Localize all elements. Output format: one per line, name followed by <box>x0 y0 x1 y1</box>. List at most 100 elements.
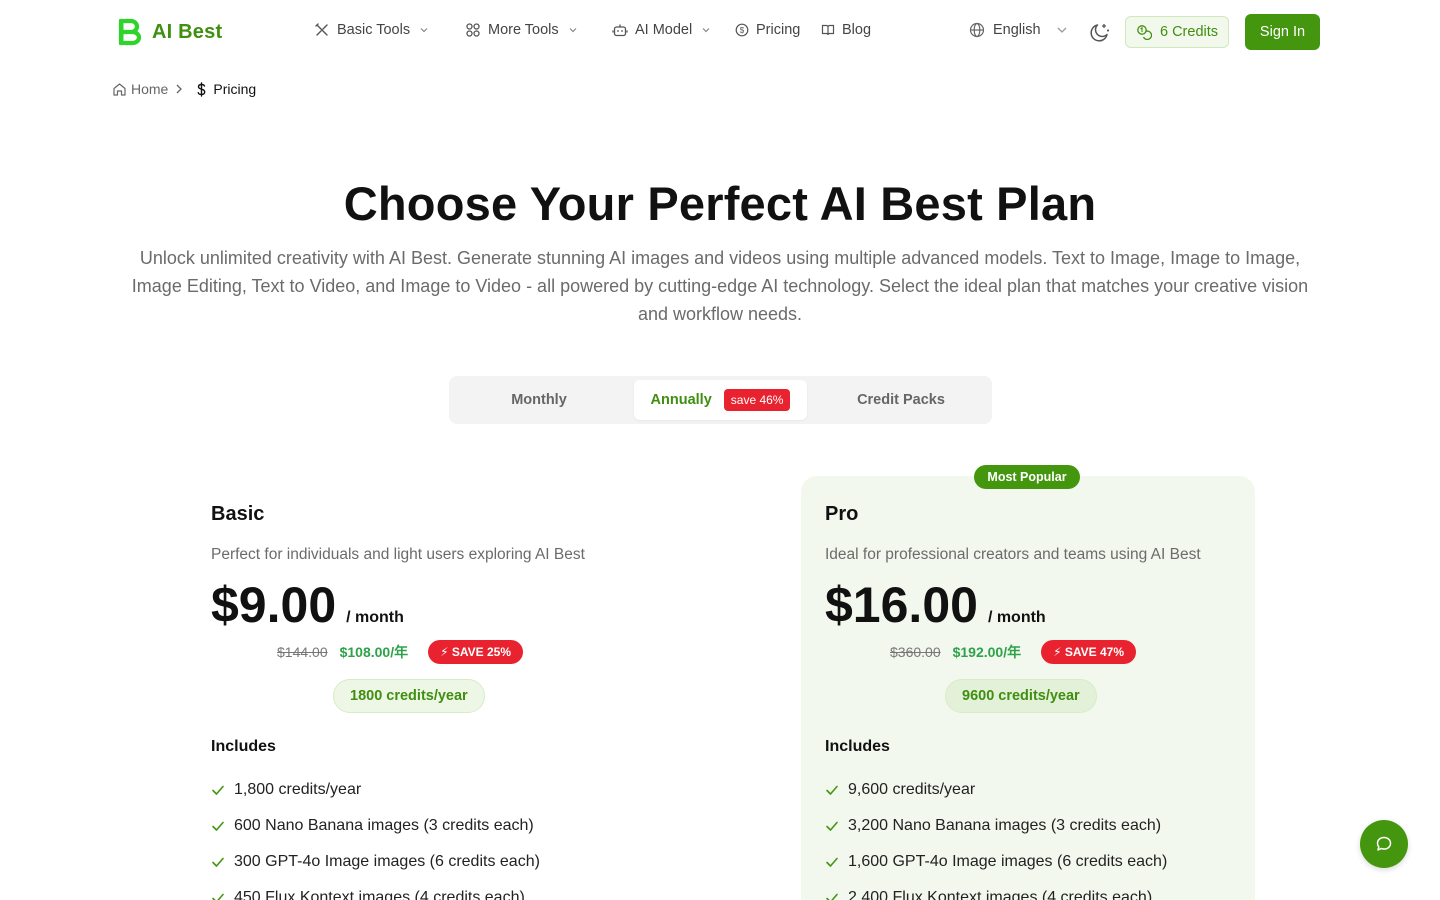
plan-card-pro: Pro Ideal for professional creators and … <box>801 476 1255 900</box>
credits-label: 6 Credits <box>1159 24 1219 40</box>
page-subtitle: Unlock unlimited creativity with AI Best… <box>131 248 1309 324</box>
check-icon <box>212 857 224 867</box>
plan-price: $16.00 <box>825 577 978 633</box>
breadcrumb: Home Pricing <box>112 81 256 97</box>
nav-pricing[interactable]: $ Pricing <box>735 22 800 38</box>
plan-price-row: $16.00 / month <box>825 576 1046 634</box>
brand-name: AI Best <box>152 20 223 43</box>
feature-item: 2,400 Flux Kontext images (4 credits eac… <box>825 880 1167 900</box>
logo-b-icon <box>118 18 142 46</box>
feature-item: 450 Flux Kontext images (4 credits each) <box>211 880 540 900</box>
nav-blog[interactable]: Blog <box>821 22 871 38</box>
nav-basic-tools-label: Basic Tools <box>337 22 411 38</box>
page-title: Choose Your Perfect AI Best Plan <box>343 177 1097 230</box>
plan-description: Perfect for individuals and light users … <box>211 546 585 563</box>
plan-price-period: / month <box>987 609 1046 626</box>
plan-original-price: $360.00 <box>890 644 941 660</box>
globe-icon <box>969 22 985 38</box>
check-icon <box>826 893 838 900</box>
breadcrumb-current: Pricing <box>196 81 256 97</box>
dollar-icon <box>197 81 206 97</box>
nav-more-tools[interactable]: More Tools <box>465 22 578 38</box>
check-icon <box>826 857 838 867</box>
plan-price: $9.00 <box>211 577 337 633</box>
check-icon <box>212 785 224 795</box>
nav-ai-model[interactable]: AI Model <box>612 22 711 38</box>
chevron-down-icon <box>569 28 577 33</box>
plan-original-price: $144.00 <box>277 644 328 660</box>
feature-text: 450 Flux Kontext images (4 credits each) <box>234 889 525 900</box>
feature-item: 3,200 Nano Banana images (3 credits each… <box>825 808 1167 844</box>
robot-icon <box>612 24 628 37</box>
moon-icon[interactable] <box>1088 20 1112 44</box>
plan-save-badge: ⚡ SAVE 25% <box>428 640 524 664</box>
feature-item: 600 Nano Banana images (3 credits each) <box>211 808 540 844</box>
feature-text: 2,400 Flux Kontext images (4 credits eac… <box>848 889 1153 900</box>
feature-text: 600 Nano Banana images (3 credits each) <box>234 817 534 834</box>
home-icon <box>113 82 126 96</box>
feature-item: 300 GPT-4o Image images (6 credits each) <box>211 844 540 880</box>
plan-card-basic: Basic Perfect for individuals and light … <box>187 476 641 900</box>
plan-description: Ideal for professional creators and team… <box>825 546 1201 563</box>
tab-credit-packs[interactable]: Credit Packs <box>814 380 988 420</box>
plan-credits-badge: 1800 credits/year <box>333 679 485 713</box>
sign-in-button[interactable]: Sign In <box>1245 14 1320 50</box>
nav-more-tools-label: More Tools <box>488 22 559 38</box>
plan-price-period: / month <box>346 609 404 626</box>
dollar-circle-icon: $ <box>735 23 749 37</box>
feature-text: 9,600 credits/year <box>848 781 976 798</box>
plan-save-badge: ⚡ SAVE 47% <box>1041 640 1137 664</box>
most-popular-badge: Most Popular <box>974 465 1080 489</box>
chevron-down-icon <box>1057 27 1067 33</box>
plan-annual-pricing: $360.00 $192.00/年 ⚡ SAVE 47% <box>890 640 1137 664</box>
nav-ai-model-label: AI Model <box>635 22 693 38</box>
nav-blog-label: Blog <box>842 22 872 38</box>
breadcrumb-current-label: Pricing <box>213 81 257 97</box>
feature-text: 3,200 Nano Banana images (3 credits each… <box>848 817 1162 834</box>
plan-feature-list: 9,600 credits/year 3,200 Nano Banana ima… <box>825 772 1167 900</box>
plan-credits-badge: 9600 credits/year <box>945 679 1097 713</box>
plan-yearly-price: $108.00/年 <box>339 644 409 660</box>
plan-feature-list: 1,800 credits/year 600 Nano Banana image… <box>211 772 540 900</box>
feature-item: 1,800 credits/year <box>211 772 540 808</box>
plan-annual-pricing: $144.00 $108.00/年 ⚡ SAVE 25% <box>277 640 524 664</box>
top-header: AI Best Basic Tools More Tools AI Model … <box>0 0 1440 64</box>
chevron-down-icon <box>702 28 710 33</box>
chat-bubble-icon <box>1376 836 1392 851</box>
feature-text: 1,600 GPT-4o Image images (6 credits eac… <box>848 853 1168 870</box>
breadcrumb-home-label: Home <box>131 81 169 97</box>
annual-save-badge: save 46% <box>723 389 791 411</box>
credits-button[interactable]: 6 Credits <box>1125 16 1229 48</box>
nav-basic-tools[interactable]: Basic Tools <box>314 22 429 38</box>
chat-button[interactable] <box>1360 820 1408 868</box>
feature-text: 300 GPT-4o Image images (6 credits each) <box>234 853 540 870</box>
svg-text:$: $ <box>740 26 745 35</box>
plan-includes-heading: Includes <box>211 738 276 755</box>
plan-includes-heading: Includes <box>825 738 890 755</box>
tab-monthly[interactable]: Monthly <box>453 380 625 420</box>
chevron-right-icon <box>176 84 183 94</box>
check-icon <box>212 893 224 900</box>
language-selector[interactable]: English <box>969 22 1069 38</box>
plan-name: Basic <box>211 503 265 525</box>
coins-icon <box>1137 25 1152 40</box>
check-icon <box>212 821 224 831</box>
grid-icon <box>466 23 480 37</box>
brand-logo[interactable]: AI Best <box>116 18 222 46</box>
nav-pricing-label: Pricing <box>756 22 801 38</box>
tab-annually[interactable]: Annually save 46% <box>634 380 807 420</box>
check-icon <box>826 821 838 831</box>
plan-name: Pro <box>825 503 859 525</box>
check-icon <box>826 785 838 795</box>
plan-yearly-price: $192.00/年 <box>952 644 1022 660</box>
feature-text: 1,800 credits/year <box>234 781 362 798</box>
tools-icon <box>315 23 328 36</box>
billing-period-tabs: Monthly Annually save 46% Credit Packs <box>449 376 992 424</box>
tab-annually-label: Annually <box>650 392 712 408</box>
language-label: English <box>993 22 1041 38</box>
plan-price-row: $9.00 / month <box>211 576 404 634</box>
feature-item: 1,600 GPT-4o Image images (6 credits eac… <box>825 844 1167 880</box>
book-icon <box>821 24 835 36</box>
chevron-down-icon <box>420 28 428 33</box>
breadcrumb-home[interactable]: Home <box>112 81 168 97</box>
